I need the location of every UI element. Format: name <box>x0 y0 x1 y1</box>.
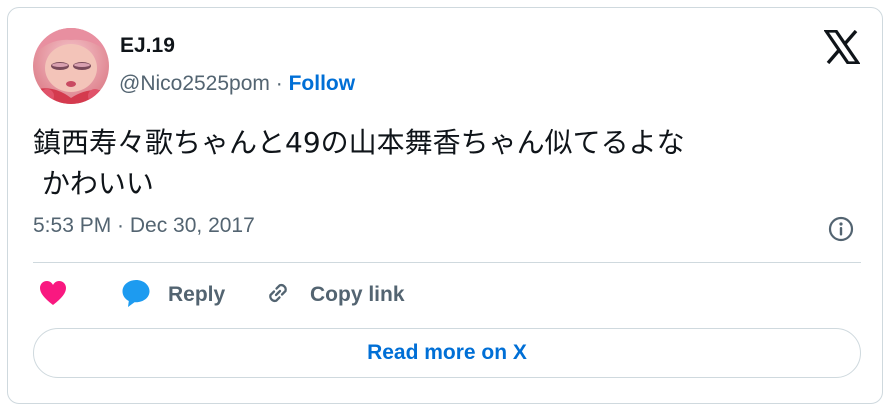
read-more-label: Read more on X <box>367 341 527 364</box>
avatar[interactable] <box>33 28 109 104</box>
speech-bubble-icon <box>120 278 152 312</box>
read-more-button[interactable]: Read more on X <box>33 328 861 378</box>
like-button[interactable] <box>38 280 68 310</box>
heart-icon <box>38 279 68 311</box>
link-icon <box>263 278 293 312</box>
author-handle[interactable]: @Nico2525pom <box>119 72 270 95</box>
info-icon[interactable] <box>828 216 854 242</box>
separator-dot: · <box>275 72 283 95</box>
follow-button[interactable]: Follow <box>289 72 356 95</box>
copy-link-button[interactable]: Copy link <box>263 280 405 310</box>
reply-button[interactable]: Reply <box>120 280 225 310</box>
x-logo-icon[interactable] <box>822 29 862 65</box>
copy-link-label: Copy link <box>310 283 405 306</box>
reply-label: Reply <box>168 283 226 306</box>
author-name[interactable]: EJ.19 <box>120 34 175 58</box>
divider <box>33 262 861 263</box>
tweet-timestamp[interactable]: 5:53 PM · Dec 30, 2017 <box>33 214 255 238</box>
tweet-text: 鎮西寿々歌ちゃんと49の山本舞香ちゃん似てるよな かわいい <box>33 126 685 200</box>
author-handle-row: @Nico2525pom · Follow <box>119 72 355 96</box>
